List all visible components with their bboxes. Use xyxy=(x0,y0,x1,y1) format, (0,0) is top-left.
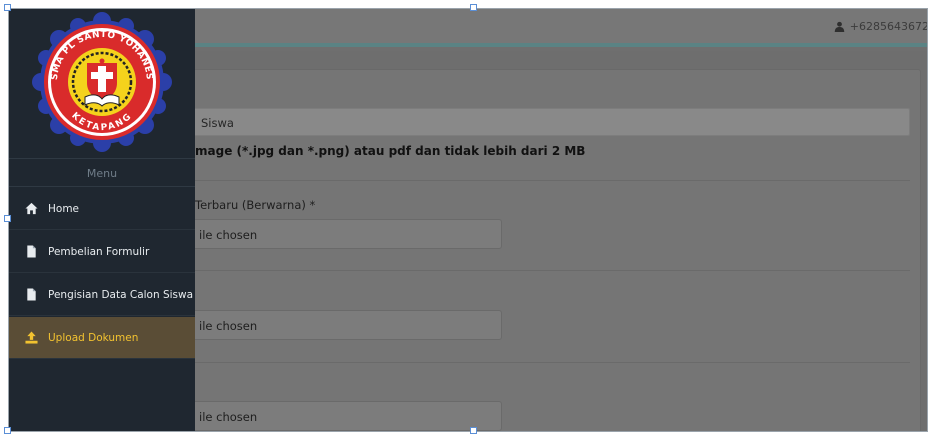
card-title: Siswa xyxy=(201,116,234,130)
user-phone: +6285643672 xyxy=(849,20,928,33)
resize-handle-left[interactable] xyxy=(4,215,11,222)
sidebar-item-upload-dokumen[interactable]: Upload Dokumen xyxy=(9,317,195,359)
file-input-status: ile chosen xyxy=(199,228,258,242)
user-icon xyxy=(834,21,845,32)
resize-handle-top-left[interactable] xyxy=(4,4,11,11)
logo-area: SMA PL SANTO YOHANES KETAPANG xyxy=(9,9,195,159)
resize-handle-bottom[interactable] xyxy=(470,427,477,434)
file-input-status: ile chosen xyxy=(199,319,258,333)
file-input-document-2[interactable]: ile chosen xyxy=(170,310,502,340)
sidebar: SMA PL SANTO YOHANES KETAPANG Menu Home … xyxy=(9,9,195,431)
school-logo[interactable]: SMA PL SANTO YOHANES KETAPANG xyxy=(31,11,173,153)
sidebar-item-label: Pengisian Data Calon Siswa xyxy=(48,288,194,301)
divider xyxy=(170,180,910,181)
file-input-status: ile chosen xyxy=(199,410,258,424)
file-input-photo[interactable]: ile chosen xyxy=(170,219,502,249)
sidebar-item-label: Pembelian Formulir xyxy=(48,245,150,258)
resize-handle-bottom-left[interactable] xyxy=(4,427,11,434)
upload-icon xyxy=(25,331,38,344)
sidebar-item-label: Upload Dokumen xyxy=(48,331,139,344)
file-input-document-3[interactable]: ile chosen xyxy=(170,401,502,431)
upload-note: mage (*.jpg dan *.png) atau pdf dan tida… xyxy=(195,144,586,158)
divider xyxy=(170,362,910,363)
divider xyxy=(170,270,910,271)
sidebar-item-label: Home xyxy=(48,202,80,215)
field-label-photo: Terbaru (Berwarna) * xyxy=(195,198,316,212)
file-icon xyxy=(27,245,36,258)
upload-card: Siswa mage (*.jpg dan *.png) atau pdf da… xyxy=(159,69,921,431)
card-title-bar: Siswa xyxy=(170,108,910,136)
sidebar-item-pembelian-formulir[interactable]: Pembelian Formulir xyxy=(9,231,195,273)
sidebar-item-home[interactable]: Home xyxy=(9,188,195,230)
home-icon xyxy=(25,202,38,215)
file-icon xyxy=(27,288,36,301)
resize-handle-top[interactable] xyxy=(470,4,477,11)
sidebar-item-pengisian-data[interactable]: Pengisian Data Calon Siswa xyxy=(9,274,195,316)
screenshot-frame: +6285643672 Siswa mage (*.jpg dan *.png)… xyxy=(8,8,928,432)
user-account[interactable]: +6285643672 xyxy=(834,20,928,33)
menu-header: Menu xyxy=(9,160,195,187)
